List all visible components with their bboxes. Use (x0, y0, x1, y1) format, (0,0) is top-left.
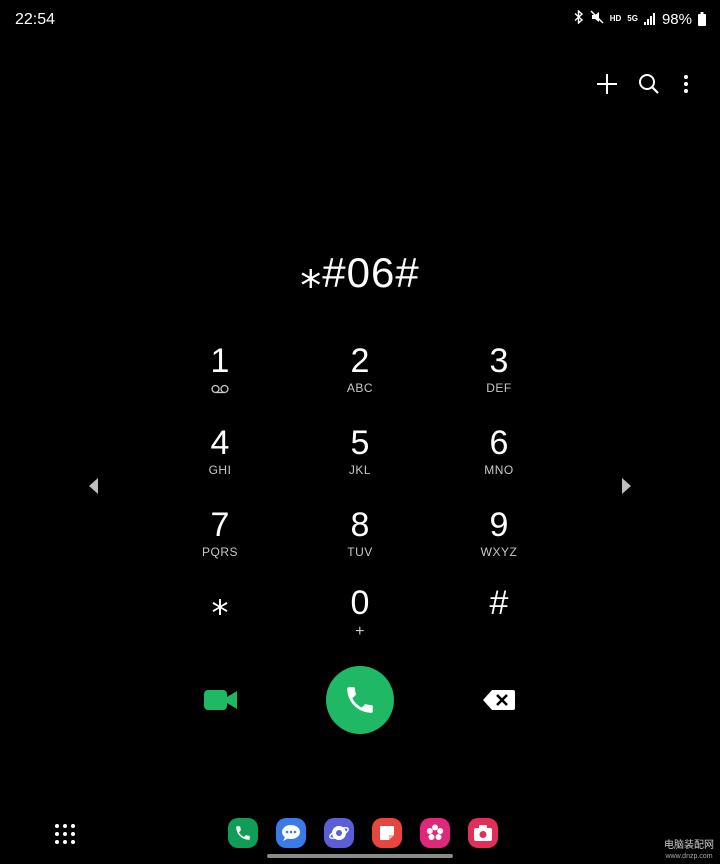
key-digit: 5 (350, 424, 370, 462)
video-call-icon (204, 690, 237, 710)
key-letters: PQRS (201, 545, 238, 559)
notes-app-icon (380, 826, 394, 840)
dock-camera-app[interactable] (468, 818, 498, 848)
watermark-url: www.dnzp.com (665, 853, 713, 860)
dial-number-display[interactable]: ⁎#06# (0, 248, 720, 297)
signal-icon (643, 13, 656, 25)
app-drawer-button[interactable] (54, 823, 76, 845)
internet-app-icon (329, 826, 349, 840)
key-digit: 3 (489, 342, 509, 380)
search-button[interactable] (635, 70, 663, 98)
more-options-icon (684, 75, 688, 93)
more-options-button[interactable] (672, 70, 700, 98)
bluetooth-icon (574, 9, 584, 28)
key-digit: 4 (210, 424, 230, 462)
key-letters: + (355, 623, 365, 640)
camera-app-icon (474, 825, 492, 841)
app-drawer-icon (55, 824, 75, 844)
call-button[interactable] (326, 666, 394, 734)
dock-gallery-app[interactable] (420, 818, 450, 848)
messages-app-icon (282, 825, 300, 841)
search-icon (639, 74, 659, 94)
key-digit: 8 (350, 506, 370, 544)
right-arrow-icon (622, 478, 631, 494)
key-0[interactable]: 0 + (300, 585, 420, 655)
key-digit: 1 (210, 342, 230, 380)
key-digit: 9 (489, 506, 509, 544)
key-3[interactable]: 3 DEF (439, 343, 559, 413)
key-letters: JKL (348, 463, 372, 477)
navigation-handle[interactable] (267, 854, 453, 858)
key-1[interactable]: 1 (160, 343, 280, 413)
status-icons: HD 5G 98% (574, 9, 706, 28)
network-label: 5G (627, 14, 638, 23)
key-6[interactable]: 6 MNO (439, 425, 559, 495)
next-arrow-button[interactable] (619, 476, 633, 496)
key-letters: DEF (486, 381, 512, 395)
watermark: 电脑装配网 www.dnzp.com (664, 840, 714, 862)
key-4[interactable]: 4 GHI (160, 425, 280, 495)
key-star[interactable]: ⁎ (160, 585, 280, 655)
hd-label: HD (609, 14, 622, 23)
mute-icon (590, 10, 604, 28)
key-digit: # (489, 584, 509, 622)
key-letters: TUV (347, 545, 373, 559)
key-9[interactable]: 9 WXYZ (439, 507, 559, 577)
key-letters: GHI (208, 463, 232, 477)
key-8[interactable]: 8 TUV (300, 507, 420, 577)
previous-arrow-button[interactable] (87, 476, 101, 496)
watermark-title: 电脑装配网 (664, 840, 714, 851)
key-5[interactable]: 5 JKL (300, 425, 420, 495)
dock-internet-app[interactable] (324, 818, 354, 848)
add-contact-button[interactable] (593, 70, 621, 98)
key-letters: MNO (484, 463, 514, 477)
dock-messages-app[interactable] (276, 818, 306, 848)
key-hash[interactable]: # (439, 585, 559, 655)
left-arrow-icon (89, 478, 98, 494)
backspace-icon (483, 690, 515, 710)
key-2[interactable]: 2 ABC (300, 343, 420, 413)
key-digit: 7 (210, 506, 230, 544)
status-time: 22:54 (15, 11, 56, 28)
battery-icon (698, 12, 706, 26)
key-letters: ABC (346, 381, 374, 395)
key-digit: 6 (489, 424, 509, 462)
key-digit: 2 (350, 342, 370, 380)
key-letters: WXYZ (480, 545, 518, 559)
video-call-button[interactable] (203, 688, 239, 712)
key-digit: ⁎ (211, 584, 229, 622)
key-7[interactable]: 7 PQRS (160, 507, 280, 577)
gallery-app-icon (426, 824, 444, 840)
backspace-button[interactable] (482, 689, 516, 711)
battery-percent: 98% (661, 10, 692, 28)
dock-phone-app[interactable] (228, 818, 258, 848)
key-digit: 0 (350, 584, 370, 622)
dock-notes-app[interactable] (372, 818, 402, 848)
voicemail-icon (211, 381, 229, 399)
add-contact-icon (597, 74, 617, 94)
phone-app-icon (236, 826, 250, 840)
phone-icon (347, 687, 373, 713)
